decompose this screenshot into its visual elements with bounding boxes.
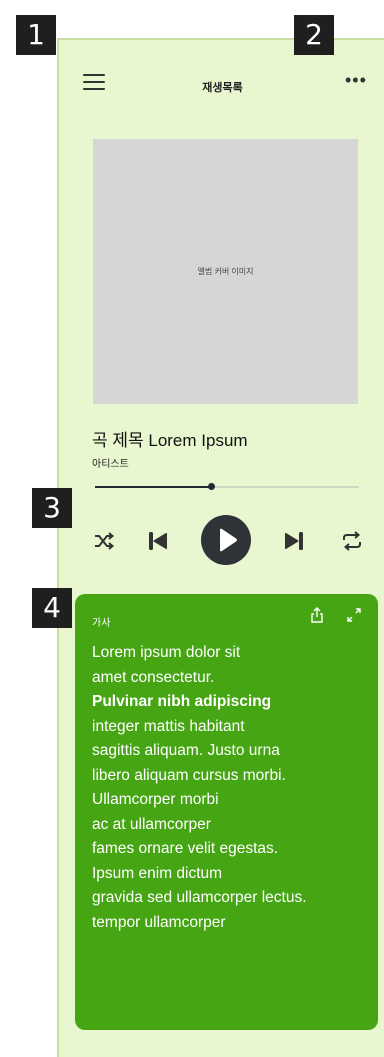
page-title: 재생목록 (202, 82, 243, 94)
annotation-marker-2: 2 (294, 15, 334, 55)
lyrics-label: 가사 (92, 618, 111, 629)
lyrics-line: Pulvinar nibh adipiscing (92, 693, 272, 710)
annotation-marker-1: 1 (16, 15, 56, 55)
shuffle-icon[interactable] (93, 532, 115, 550)
lyrics-line: Lorem ipsum dolor sit (92, 644, 241, 661)
progress-bar[interactable] (95, 483, 359, 490)
lyrics-text: Lorem ipsum dolor sit amet consectetur. Pu… (92, 641, 307, 935)
lyrics-line: amet consectetur. (92, 668, 215, 686)
share-icon[interactable] (309, 606, 325, 624)
lyrics-line: ac at ullamcorper (92, 815, 211, 833)
lyrics-line: libero aliquam cursus morbi. (92, 766, 286, 784)
song-title: 곡 제목 Lorem Ipsum (92, 431, 248, 450)
lyrics-card: 가사 Lorem ipsum dolor sit amet consectetur… (75, 594, 378, 1030)
play-icon[interactable] (200, 514, 252, 566)
more-horizontal-icon[interactable]: ••• (345, 71, 369, 89)
lyrics-line: tempor ullamcorper (92, 913, 226, 931)
skip-previous-icon[interactable] (147, 530, 169, 552)
annotation-marker-3: 3 (32, 488, 72, 528)
lyrics-line: gravida sed ullamcorper lectus. (92, 889, 307, 906)
repeat-icon[interactable] (341, 531, 363, 551)
annotation-marker-4: 4 (32, 588, 72, 628)
lyrics-line: integer mattis habitant (92, 717, 245, 735)
progress-knob[interactable] (208, 483, 216, 490)
player-screen: 재생목록 ••• 앨범 커버 이미지 곡 제목 Lorem Ipsum 아티스트 (57, 38, 384, 1057)
artist-name: 아티스트 (92, 459, 129, 470)
lyrics-line: Ipsum enim dictum (92, 864, 223, 882)
album-cover: 앨범 커버 이미지 (93, 139, 358, 404)
skip-next-icon[interactable] (283, 530, 305, 552)
lyrics-line: Ullamcorper morbi (92, 791, 219, 808)
lyrics-line: sagittis aliquam. Justo urna (92, 742, 280, 759)
album-cover-placeholder: 앨범 커버 이미지 (197, 267, 254, 276)
progress-fill (95, 486, 212, 488)
lyrics-line: fames ornare velit egestas. (92, 840, 279, 857)
expand-icon[interactable] (345, 606, 363, 624)
